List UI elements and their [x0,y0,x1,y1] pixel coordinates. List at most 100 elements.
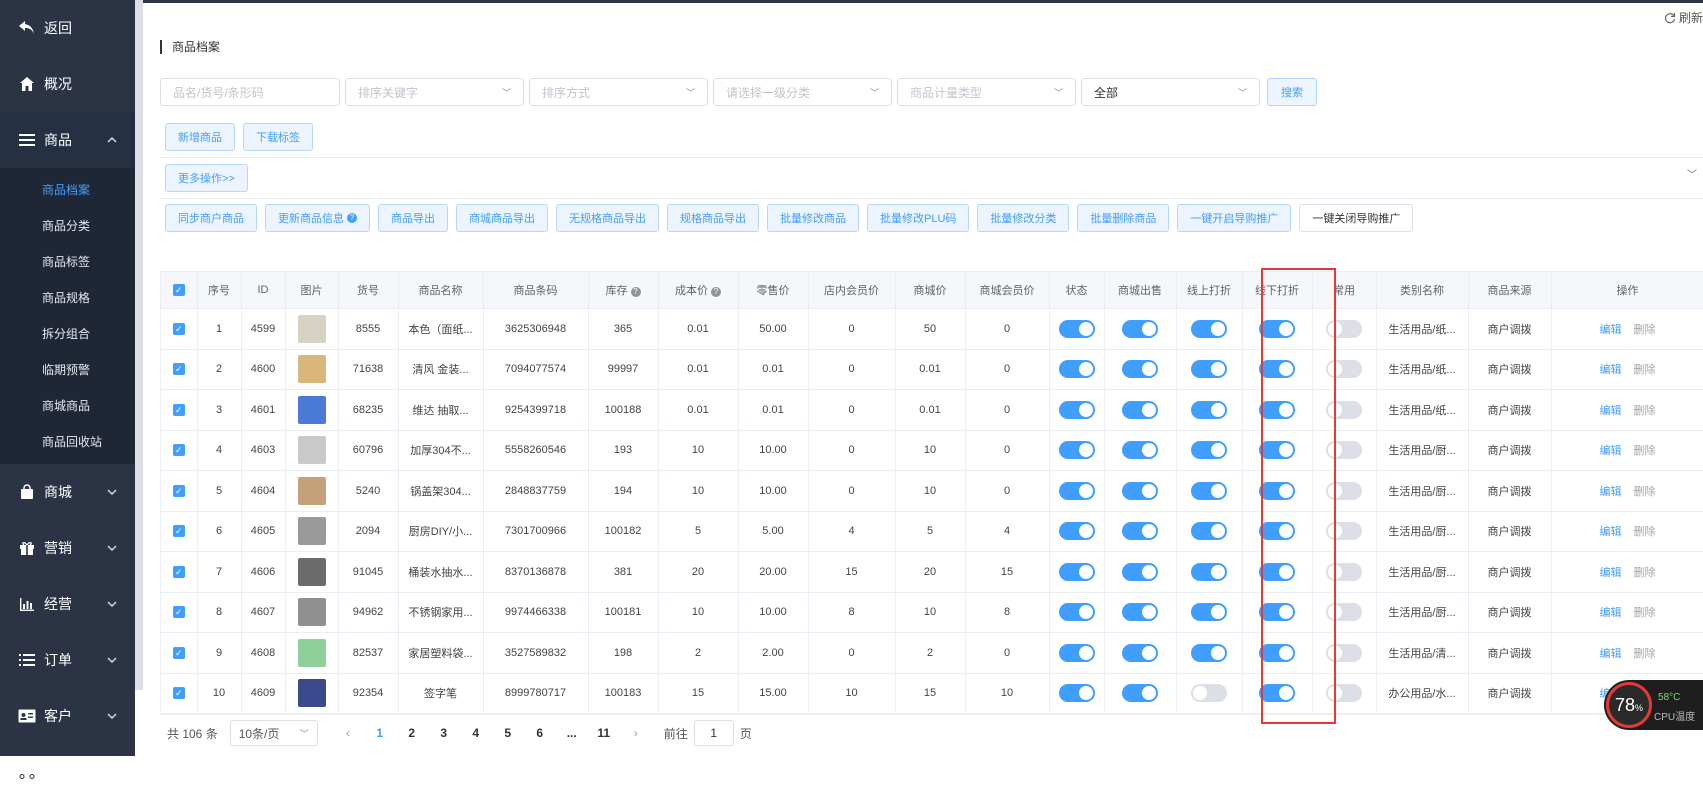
online-discount-toggle[interactable] [1191,603,1227,622]
page-11[interactable]: 11 [588,726,620,740]
page-6[interactable]: 6 [524,726,556,740]
chevron-down-icon[interactable]: ﹀ [1687,166,1697,181]
table-row[interactable]: ✓ 6 4605 2094 厨房DIY/小... 7301700966 100182 5 5.0… [161,511,1703,552]
mall-sale-toggle[interactable] [1122,684,1158,703]
mall-sale-toggle[interactable] [1122,319,1158,338]
sort-key-select[interactable]: 排序关键字 ﹀ [345,78,524,106]
edit-link[interactable]: 编辑 [1600,364,1622,376]
category-select[interactable]: 请选择一级分类 ﹀ [713,78,892,106]
export-no-spec-goods-button[interactable]: 无规格商品导出 [556,204,659,232]
mall-sale-toggle[interactable] [1122,603,1158,622]
nav-overview[interactable]: 概况 [0,56,135,112]
enable-guide-promotion-button[interactable]: 一键开启导购推广 [1177,204,1292,232]
checkbox-checked-icon[interactable]: ✓ [172,565,185,578]
back-button[interactable]: 返回 [0,0,135,56]
common-toggle[interactable] [1326,522,1362,541]
status-toggle[interactable] [1058,603,1095,622]
row-select-cell[interactable]: ✓ [161,673,198,714]
edit-link[interactable]: 编辑 [1600,445,1622,457]
common-toggle[interactable] [1326,360,1362,379]
row-select-cell[interactable]: ✓ [161,308,198,350]
online-discount-toggle[interactable] [1191,522,1227,541]
common-toggle[interactable] [1326,319,1362,338]
delete-link[interactable]: 删除 [1634,567,1656,579]
update-goods-info-button[interactable]: 更新商品信息 ? [265,204,370,232]
offline-discount-toggle[interactable] [1259,319,1295,338]
common-toggle[interactable] [1326,684,1362,703]
nav-inventory[interactable]: 进销存 [0,744,135,800]
export-goods-button[interactable]: 商品导出 [378,204,448,232]
sub-item-goods-tag[interactable]: 商品标签 [0,244,135,280]
offline-discount-toggle[interactable] [1259,684,1295,703]
delete-link[interactable]: 删除 [1634,364,1656,376]
checkbox-checked-icon[interactable]: ✓ [172,606,185,619]
status-toggle[interactable] [1058,643,1095,662]
mall-sale-toggle[interactable] [1122,643,1158,662]
checkbox-checked-icon[interactable]: ✓ [172,525,185,538]
online-discount-toggle[interactable] [1191,441,1227,460]
table-row[interactable]: ✓ 7 4606 91045 桶装水抽水... 8370136878 381 20 20.00 1… [161,551,1703,593]
select-all-cell[interactable]: ✓ [161,272,198,309]
page-more-ellipsis[interactable]: ... [556,726,588,740]
disable-guide-promotion-button[interactable]: 一键关闭导购推广 [1299,204,1414,232]
common-toggle[interactable] [1326,603,1362,622]
status-toggle[interactable] [1058,562,1095,581]
status-toggle[interactable] [1058,400,1095,419]
delete-link[interactable]: 删除 [1634,405,1656,417]
row-select-cell[interactable]: ✓ [161,592,198,633]
common-toggle[interactable] [1326,562,1362,581]
batch-delete-goods-button[interactable]: 批量删除商品 [1077,204,1170,232]
delete-link[interactable]: 删除 [1634,486,1656,498]
name-search-input[interactable]: 品名/货号/条形码 [160,78,340,106]
checkbox-checked-icon[interactable]: ✓ [172,646,185,659]
checkbox-checked-icon[interactable]: ✓ [172,403,185,416]
delete-link[interactable]: 删除 [1634,324,1656,336]
status-toggle[interactable] [1058,522,1095,541]
nav-marketing[interactable]: 营销 [0,520,135,576]
delete-link[interactable]: 删除 [1634,526,1656,538]
sub-item-goods-archive[interactable]: 商品档案 [0,172,135,208]
common-toggle[interactable] [1326,643,1362,662]
more-actions-button[interactable]: 更多操作>> [165,164,248,192]
edit-link[interactable]: 编辑 [1600,607,1622,619]
mall-sale-toggle[interactable] [1122,522,1158,541]
row-select-cell[interactable]: ✓ [161,632,198,674]
sub-item-mall-goods[interactable]: 商城商品 [0,388,135,424]
sort-way-select[interactable]: 排序方式 ﹀ [529,78,708,106]
online-discount-toggle[interactable] [1191,562,1227,581]
table-row[interactable]: ✓ 3 4601 68235 维达 抽取... 9254399718 100188 0.01 0… [161,389,1703,431]
nav-orders[interactable]: 订单 [0,632,135,688]
search-button[interactable]: 搜索 [1267,78,1317,106]
mall-sale-toggle[interactable] [1122,562,1158,581]
nav-operation[interactable]: 经营 [0,576,135,632]
goto-page-input[interactable]: 1 [693,720,734,746]
table-row[interactable]: ✓ 1 4599 8555 本色（面纸... 3625306948 365 0.01 50.00… [161,308,1703,350]
status-toggle[interactable] [1058,684,1095,703]
next-page-icon[interactable]: › [620,726,652,740]
common-toggle[interactable] [1326,400,1362,419]
checkbox-checked-icon[interactable]: ✓ [172,322,185,335]
online-discount-toggle[interactable] [1191,400,1227,419]
row-select-cell[interactable]: ✓ [161,551,198,593]
online-discount-toggle[interactable] [1191,684,1227,703]
offline-discount-toggle[interactable] [1259,441,1295,460]
add-goods-button[interactable]: 新增商品 [165,123,235,151]
status-select[interactable]: 全部 ﹀ [1081,78,1260,106]
page-4[interactable]: 4 [460,726,492,740]
cpu-monitor-widget[interactable]: 78% 58°C CPU温度 [1604,680,1703,730]
checkbox-checked-icon[interactable]: ✓ [172,687,185,700]
row-select-cell[interactable]: ✓ [161,349,198,390]
status-toggle[interactable] [1058,319,1095,338]
page-2[interactable]: 2 [396,726,428,740]
page-1[interactable]: 1 [364,726,396,740]
table-row[interactable]: ✓ 5 4604 5240 锅盖架304... 2848837759 194 10 10.00 0… [161,470,1703,512]
sub-item-expiry-warning[interactable]: 临期预警 [0,352,135,388]
batch-edit-goods-button[interactable]: 批量修改商品 [767,204,859,232]
table-row[interactable]: ✓ 4 4603 60796 加厚304不... 5558260546 193 10 10.00… [161,430,1703,471]
table-row[interactable]: ✓ 10 4609 92354 签字笔 8999780717 100183 15 15.00 10… [161,673,1703,714]
row-select-cell[interactable]: ✓ [161,470,198,512]
sub-item-goods-spec[interactable]: 商品规格 [0,280,135,316]
checkbox-checked-icon[interactable]: ✓ [172,284,185,297]
checkbox-checked-icon[interactable]: ✓ [172,444,185,457]
edit-link[interactable]: 编辑 [1600,567,1622,579]
